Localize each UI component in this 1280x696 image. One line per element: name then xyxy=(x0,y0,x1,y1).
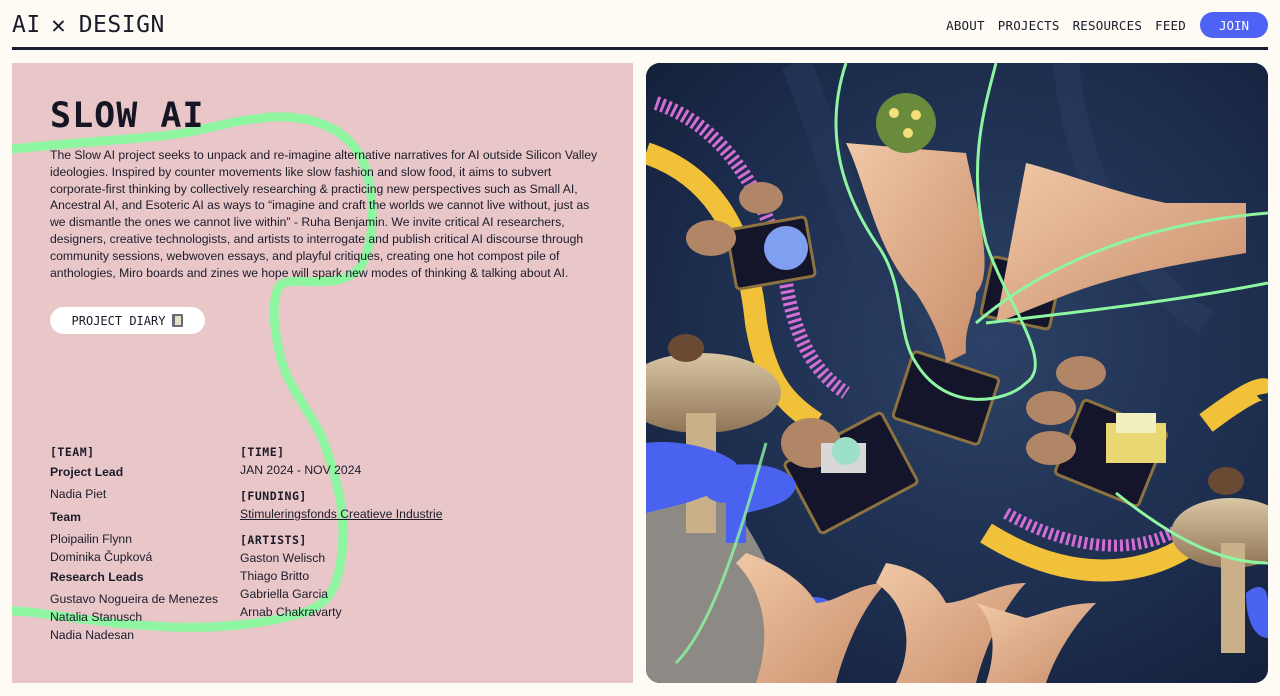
time-label: [TIME] xyxy=(240,445,285,459)
artist-name: Gaston Welisch xyxy=(240,551,326,565)
page-title: SLOW AI xyxy=(50,96,205,136)
team-member: Dominika Čupková xyxy=(50,550,153,564)
funding-link[interactable]: Stimuleringsfonds Creatieve Industrie xyxy=(240,505,540,523)
team-role-label: Team xyxy=(50,510,81,524)
project-diary-button[interactable]: PROJECT DIARY xyxy=(50,307,205,334)
site-logo[interactable]: AI ✕ DESIGN xyxy=(12,10,165,40)
x-mark-icon: ✕ xyxy=(51,11,67,39)
time-value: JAN 2024 - NOV 2024 xyxy=(240,463,362,477)
artist-name: Gabriella Garcia xyxy=(240,587,329,601)
research-lead: Natalia Stanusch xyxy=(50,610,143,624)
team-member: Ploipailin Flynn xyxy=(50,532,132,546)
nav-projects[interactable]: PROJECTS xyxy=(998,18,1060,33)
research-leads-label: Research Leads xyxy=(50,570,144,584)
artist-name: Thiago Britto xyxy=(240,569,310,583)
team-column: [TEAM] Project Lead Nadia Piet Team Ploi… xyxy=(50,444,240,644)
project-description: The Slow AI project seeks to unpack and … xyxy=(50,148,598,280)
project-lead-name: Nadia Piet xyxy=(50,487,107,501)
nav-about[interactable]: ABOUT xyxy=(946,18,985,33)
team-label: [TEAM] xyxy=(50,445,95,459)
collage-image xyxy=(646,63,1268,683)
project-diary-label: PROJECT DIARY xyxy=(71,313,166,328)
nav-resources[interactable]: RESOURCES xyxy=(1073,18,1143,33)
details-column: [TIME] JAN 2024 - NOV 2024 [FUNDING] Sti… xyxy=(240,444,540,621)
book-icon xyxy=(172,314,184,327)
project-lead-label: Project Lead xyxy=(50,465,124,479)
artist-name: Arnab Chakravarty xyxy=(240,605,342,619)
artists-label: [ARTISTS] xyxy=(240,533,307,547)
site-header: AI ✕ DESIGN ABOUT PROJECTS RESOURCES FEE… xyxy=(12,0,1268,50)
nav-feed[interactable]: FEED xyxy=(1155,18,1186,33)
collage-illustration xyxy=(646,63,1268,683)
funding-label: [FUNDING] xyxy=(240,489,307,503)
project-info-panel: SLOW AI The Slow AI project seeks to unp… xyxy=(12,63,633,683)
join-button[interactable]: JOIN xyxy=(1200,12,1268,38)
research-lead: Gustavo Nogueira de Menezes xyxy=(50,592,219,606)
logo-design-text: DESIGN xyxy=(78,12,165,38)
logo-ai-text: AI xyxy=(12,12,41,38)
research-lead: Nadia Nadesan xyxy=(50,628,135,642)
main-nav: ABOUT PROJECTS RESOURCES FEED JOIN xyxy=(933,12,1268,38)
